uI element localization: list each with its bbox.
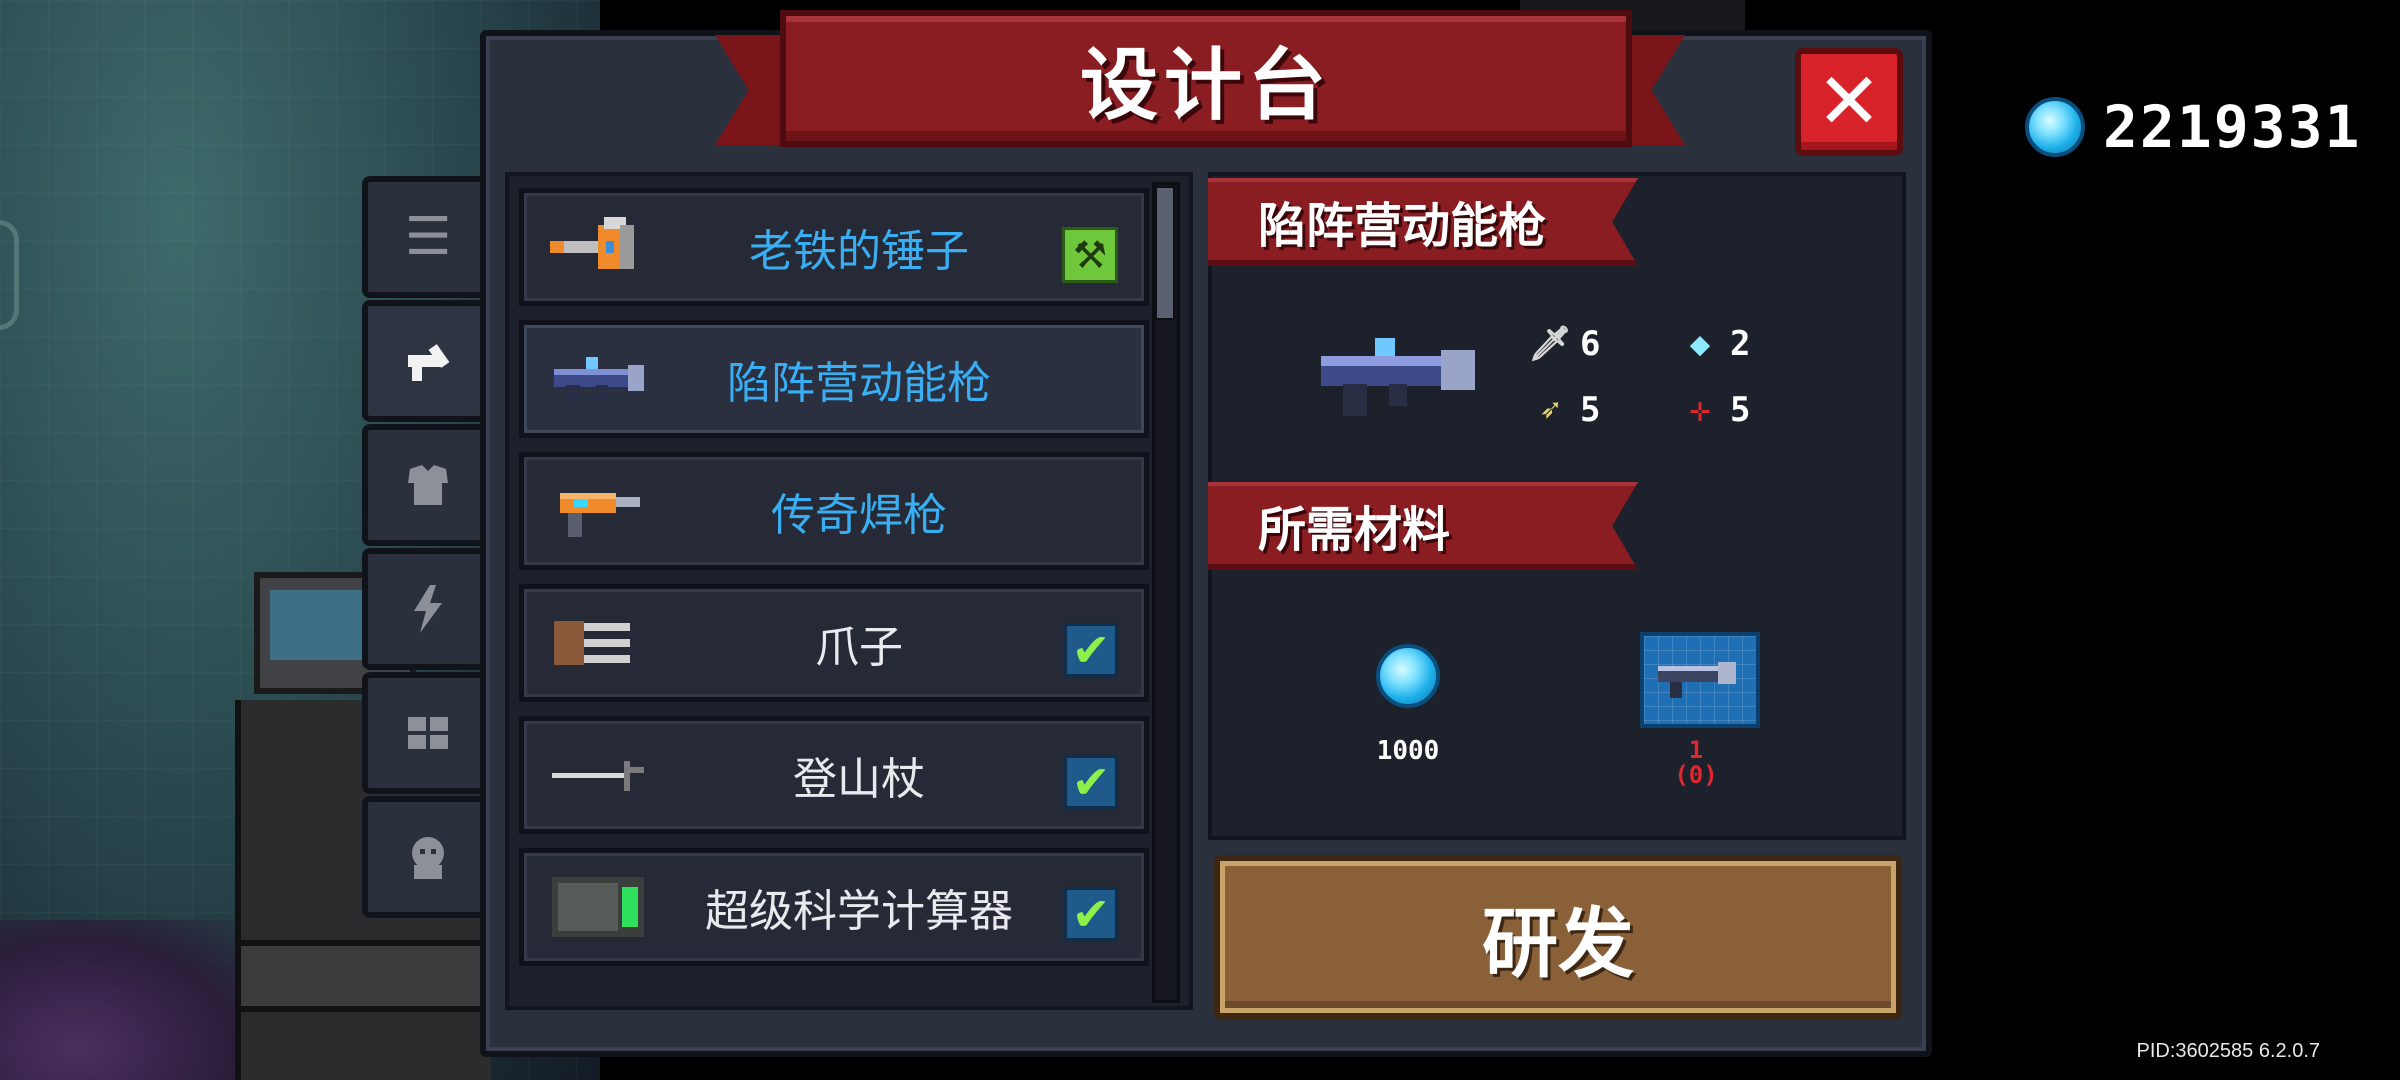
list-scrollbar-thumb[interactable] — [1155, 186, 1175, 320]
stat-critical: ➶ 5 — [1530, 390, 1601, 430]
currency-value: 2219331 — [2103, 93, 2362, 161]
claw-icon — [554, 621, 630, 665]
blue-gem-icon — [2025, 97, 2085, 157]
hiking-stick-icon — [552, 761, 644, 791]
material-blueprint-count: 1 (0) — [1674, 736, 1718, 790]
materials-ribbon: 所需材料 — [1208, 482, 1638, 570]
list-item[interactable]: 登山杖 ✔ — [519, 716, 1149, 834]
materials-title: 所需材料 — [1258, 502, 1451, 558]
material-gem-count: 1000 — [1376, 736, 1440, 766]
build-info: PID:3602585 6.2.0.7 — [2136, 1040, 2320, 1062]
tab-weapons[interactable] — [362, 300, 488, 422]
close-button[interactable]: ✕ — [1795, 48, 1903, 156]
background-hex-frame — [0, 220, 19, 330]
stat-energy: ◆ 2 — [1680, 324, 1751, 364]
tab-list[interactable]: ☰ — [362, 176, 488, 298]
pickaxe-icon: ⚒ — [1062, 227, 1118, 283]
item-name: 登山杖 — [793, 754, 925, 805]
calculator-icon — [552, 877, 644, 937]
blue-gem-icon — [1376, 644, 1440, 708]
energy-crystal-icon: ◆ — [1689, 324, 1711, 364]
list-item[interactable]: 爪子 ✔ — [519, 584, 1149, 702]
background-glow — [0, 920, 260, 1080]
item-name: 爪子 — [815, 622, 903, 673]
title-banner: 设计台 — [780, 10, 1632, 147]
skill-icon — [408, 717, 448, 749]
list-item[interactable]: 老铁的锤子 ⚒ — [519, 188, 1149, 306]
lightning-icon — [414, 585, 442, 633]
item-name: 老铁的锤子 — [749, 226, 969, 277]
page-title: 设计台 — [1079, 40, 1332, 131]
selected-weapon-icon — [1321, 338, 1475, 416]
list-item-selected[interactable]: 陷阵营动能枪 — [519, 320, 1149, 438]
stat-accuracy: ✛ 5 — [1680, 390, 1751, 430]
welding-gun-icon — [560, 493, 640, 537]
close-icon: ✕ — [1816, 57, 1882, 147]
selected-item-name: 陷阵营动能枪 — [1258, 198, 1547, 254]
blueprint-icon — [1640, 632, 1760, 728]
blueprint-gun-icon — [1658, 662, 1736, 698]
kinetic-gun-icon — [554, 357, 644, 405]
research-button-label: 研发 — [1482, 899, 1634, 988]
item-name-ribbon: 陷阵营动能枪 — [1208, 178, 1638, 266]
check-icon: ✔ — [1064, 755, 1118, 809]
crosshair-icon: ✛ — [1689, 390, 1711, 430]
check-icon: ✔ — [1064, 623, 1118, 677]
item-list[interactable]: 老铁的锤子 ⚒ 陷阵营动能枪 传奇焊枪 爪子 ✔ 登山杖 ✔ 超级科学计算器 ✔ — [505, 172, 1193, 1010]
tab-pets[interactable] — [362, 796, 488, 918]
tab-skills[interactable] — [362, 548, 488, 670]
check-icon: ✔ — [1064, 887, 1118, 941]
sword-icon: 🗡 — [1528, 324, 1572, 364]
pet-icon — [412, 837, 444, 879]
currency-display: 2219331 — [2025, 92, 2361, 162]
weapon-icon — [408, 344, 450, 381]
hammer-icon — [550, 217, 634, 269]
tab-buffs[interactable] — [362, 672, 488, 794]
list-icon: ☰ — [404, 207, 452, 267]
list-item[interactable]: 传奇焊枪 — [519, 452, 1149, 570]
armor-icon — [408, 465, 448, 505]
stat-damage: 🗡 6 — [1528, 324, 1601, 364]
item-name: 超级科学计算器 — [705, 886, 1013, 937]
critical-icon: ➶ — [1539, 390, 1561, 430]
item-name: 传奇焊枪 — [771, 490, 947, 541]
item-name: 陷阵营动能枪 — [727, 358, 991, 409]
tab-armor[interactable] — [362, 424, 488, 546]
research-button[interactable]: 研发 — [1214, 855, 1902, 1019]
list-item[interactable]: 超级科学计算器 ✔ — [519, 848, 1149, 966]
